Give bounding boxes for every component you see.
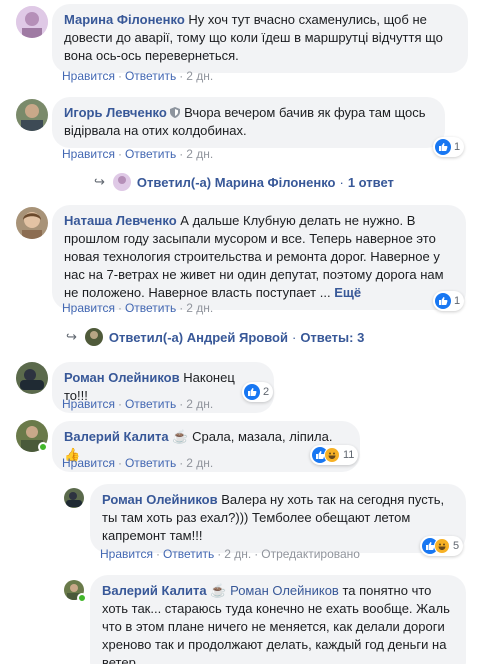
- reply-summary-label: Ответил(-а) Андрей Яровой: [108, 329, 288, 345]
- comment-actions: Нравится · Ответить · 2 дн.: [62, 301, 214, 315]
- reaction-count-text: 5: [453, 540, 460, 552]
- mention-link[interactable]: Роман Олейников: [230, 583, 339, 598]
- reply-link[interactable]: Ответить: [125, 456, 176, 470]
- like-link[interactable]: Нравится: [62, 69, 115, 83]
- reply-link[interactable]: Ответить: [163, 547, 214, 561]
- reaction-count[interactable]: 5: [420, 536, 464, 556]
- timestamp[interactable]: 2 дн.: [224, 547, 251, 561]
- haha-icon: [324, 447, 340, 463]
- online-status-icon: [77, 593, 87, 603]
- reply-bubble: Валерий Калита ☕ Роман Олейников та поня…: [90, 575, 466, 664]
- like-icon: [435, 293, 451, 309]
- comment-author[interactable]: Наташа Левченко: [64, 213, 177, 228]
- haha-icon: [434, 538, 450, 554]
- reply-arrow-icon: ↪: [94, 174, 105, 189]
- reaction-count[interactable]: 1: [433, 137, 465, 157]
- like-link[interactable]: Нравится: [62, 301, 115, 315]
- reaction-count-text: 1: [454, 141, 461, 153]
- comment-actions: Нравится · Ответить · 2 дн.: [62, 456, 214, 470]
- reaction-count[interactable]: 2: [242, 382, 274, 402]
- avatar[interactable]: [64, 488, 84, 508]
- timestamp[interactable]: 2 дн.: [186, 456, 213, 470]
- comment-actions: Нравится · Ответить · 2 дн.: [62, 69, 214, 83]
- reply-actions: Нравится · Ответить · 2 дн. · Отредактировано: [100, 547, 360, 561]
- timestamp[interactable]: 2 дн.: [186, 147, 213, 161]
- reaction-count-text: 11: [343, 449, 355, 461]
- reaction-count[interactable]: 1: [433, 291, 465, 311]
- avatar[interactable]: [16, 99, 48, 131]
- comment-author[interactable]: Валерий Калита: [102, 583, 207, 598]
- like-link[interactable]: Нравится: [62, 397, 115, 411]
- avatar: [84, 328, 103, 346]
- like-link[interactable]: Нравится: [62, 456, 115, 470]
- coffee-icon: ☕: [172, 429, 189, 444]
- comment-actions: Нравится · Ответить · 2 дн.: [62, 147, 214, 161]
- comment-author[interactable]: Игорь Левченко: [64, 105, 167, 120]
- reaction-count-text: 1: [454, 295, 461, 307]
- reply-arrow-icon: ↪: [66, 329, 77, 344]
- timestamp[interactable]: 2 дн.: [186, 69, 213, 83]
- reaction-count[interactable]: 11: [310, 445, 359, 465]
- like-link[interactable]: Нравится: [62, 147, 115, 161]
- edited-label[interactable]: Отредактировано: [261, 547, 360, 561]
- view-replies-link[interactable]: ↪ Ответил(-а) Марина Філоненко · 1 ответ: [94, 173, 394, 191]
- shield-icon: [170, 105, 181, 118]
- comment-bubble: Марина Філоненко Ну хоч тут вчасно схаме…: [52, 4, 468, 73]
- reply-count: Ответы: 3: [300, 329, 365, 345]
- like-link[interactable]: Нравится: [100, 547, 153, 561]
- online-status-icon: [38, 442, 48, 452]
- comment-author[interactable]: Роман Олейников: [64, 370, 180, 385]
- avatar[interactable]: [16, 6, 48, 38]
- avatar: [112, 173, 131, 191]
- comment-bubble: Наташа Левченко А дальше Клубную делать …: [52, 205, 466, 310]
- reply-link[interactable]: Ответить: [125, 301, 176, 315]
- comment-bubble: Игорь Левченко Вчора вечером бачив як фу…: [52, 97, 445, 148]
- reply-link[interactable]: Ответить: [125, 69, 176, 83]
- like-icon: [435, 139, 451, 155]
- reply-link[interactable]: Ответить: [125, 397, 176, 411]
- reply-link[interactable]: Ответить: [125, 147, 176, 161]
- comment-text: Срала, мазала, ліпила.: [192, 429, 333, 444]
- like-icon: [244, 384, 260, 400]
- comment-author[interactable]: Роман Олейников: [102, 492, 218, 507]
- reply-count: 1 ответ: [347, 174, 394, 190]
- timestamp[interactable]: 2 дн.: [186, 397, 213, 411]
- avatar[interactable]: [16, 207, 48, 239]
- avatar[interactable]: [16, 362, 48, 394]
- comment-author[interactable]: Марина Філоненко: [64, 12, 185, 27]
- coffee-icon: ☕: [210, 583, 227, 598]
- reply-summary-label: Ответил(-а) Марина Філоненко: [136, 174, 336, 190]
- reply-bubble: Роман Олейников Валера ну хоть так на се…: [90, 484, 466, 553]
- timestamp[interactable]: 2 дн.: [186, 301, 213, 315]
- reaction-count-text: 2: [263, 386, 270, 398]
- see-more-link[interactable]: Ещё: [334, 285, 361, 300]
- comment-actions: Нравится · Ответить · 2 дн.: [62, 397, 214, 411]
- view-replies-link[interactable]: ↪ Ответил(-а) Андрей Яровой · Ответы: 3: [66, 328, 364, 346]
- comment-author[interactable]: Валерий Калита: [64, 429, 169, 444]
